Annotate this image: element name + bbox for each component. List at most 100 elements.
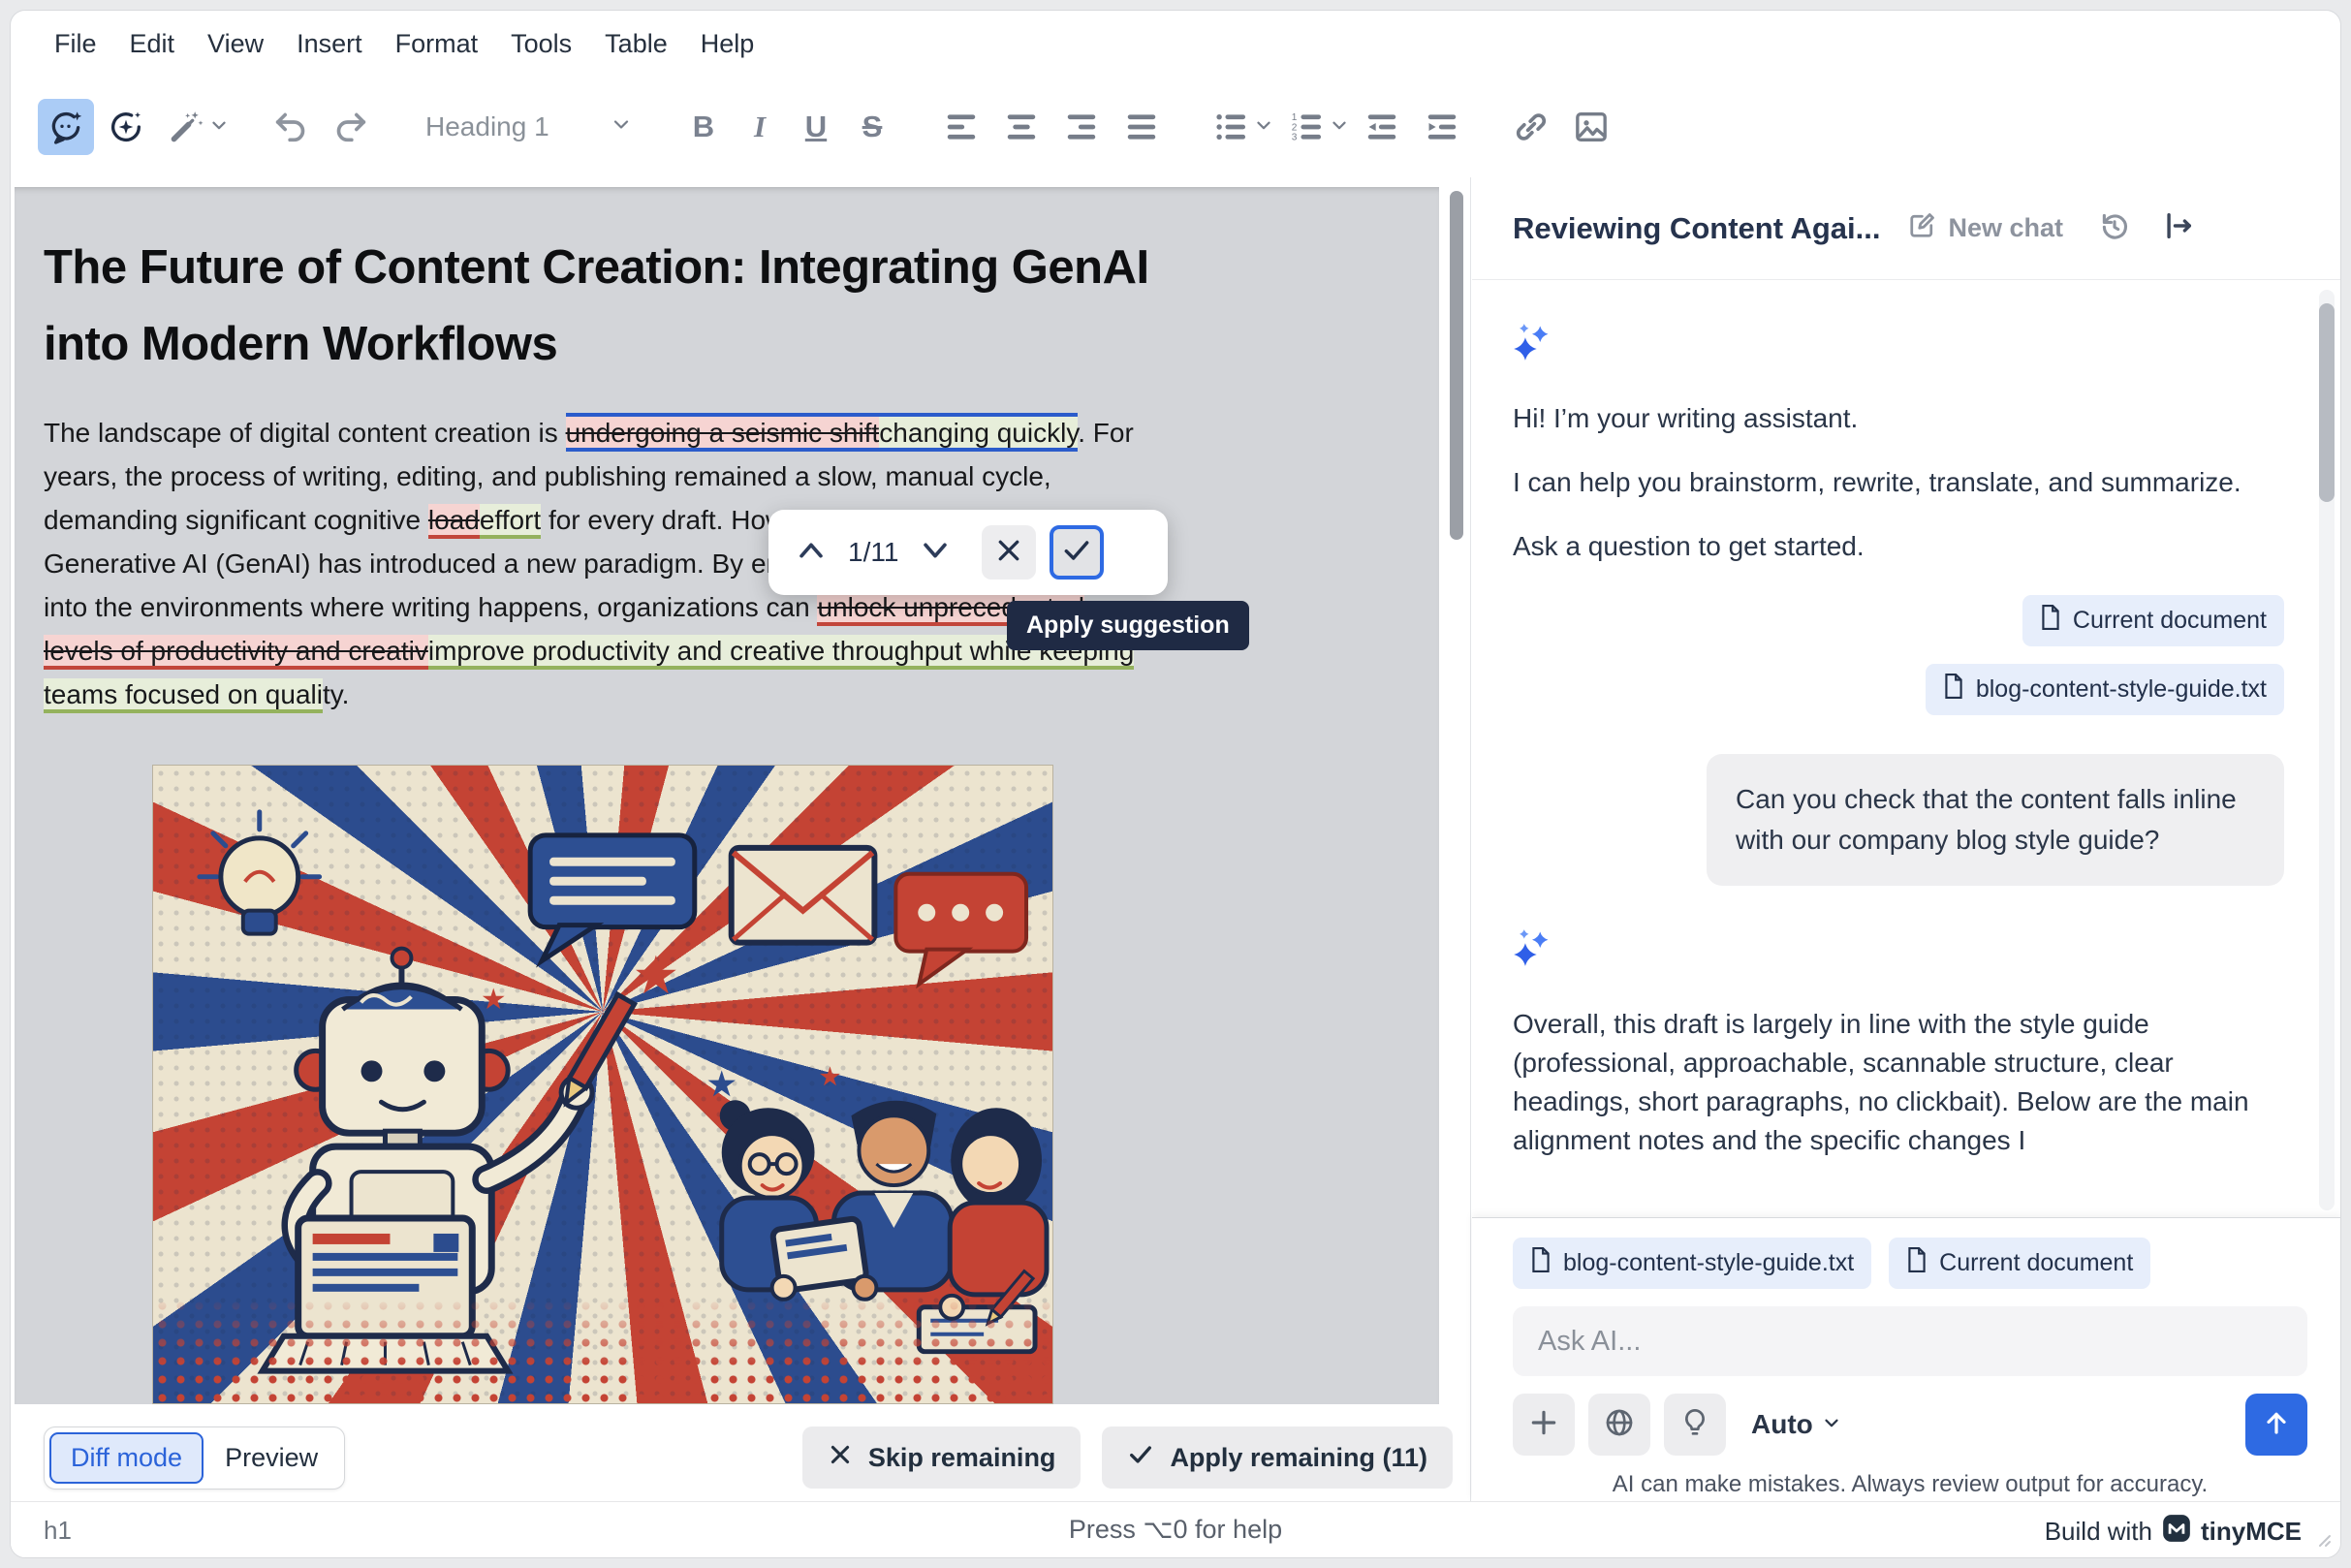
- chevron-down-icon: [1821, 1409, 1842, 1440]
- build-with-label: Build with: [2045, 1517, 2152, 1547]
- assistant-greeting-line: Hi! I’m your writing assistant.: [1513, 399, 2284, 438]
- skip-remaining-button[interactable]: Skip remaining: [802, 1427, 1081, 1489]
- numbered-list-icon: 1 2 3: [1288, 109, 1325, 145]
- link-button[interactable]: [1503, 99, 1559, 155]
- assistant-sidebar: Reviewing Content Agai... New chat: [1472, 177, 2341, 1501]
- chat-scroll-area[interactable]: Hi! I’m your writing assistant. I can he…: [1472, 280, 2309, 1217]
- magic-wand-button[interactable]: [158, 99, 214, 155]
- chevron-down-icon[interactable]: [1253, 114, 1274, 141]
- send-arrow-icon: [2261, 1407, 2292, 1443]
- chip-label: blog-content-style-guide.txt: [1976, 675, 2267, 704]
- document-icon: [2040, 605, 2061, 637]
- model-selector[interactable]: Auto: [1751, 1409, 1842, 1440]
- undo-icon: [271, 108, 310, 146]
- chat-scrollbar-thumb[interactable]: [2319, 303, 2335, 502]
- chevron-up-icon: [795, 536, 828, 570]
- italic-button[interactable]: I: [732, 99, 788, 155]
- menu-file[interactable]: File: [38, 21, 113, 67]
- svg-text:3: 3: [1292, 133, 1298, 143]
- document-icon: [1943, 674, 1964, 706]
- bullet-list-button[interactable]: [1203, 99, 1259, 155]
- compose-icon: [1908, 210, 1937, 246]
- apply-suggestion-tooltip: Apply suggestion: [1007, 601, 1249, 650]
- diff-insertion-selected[interactable]: changing quickly: [879, 413, 1078, 452]
- block-format-select[interactable]: Heading 1: [412, 99, 643, 155]
- align-center-button[interactable]: [993, 99, 1050, 155]
- menu-format[interactable]: Format: [379, 21, 495, 67]
- ai-chat-icon: [47, 108, 85, 146]
- apply-suggestion-button[interactable]: [1050, 525, 1104, 580]
- document-illustration[interactable]: [152, 765, 1053, 1404]
- menu-edit[interactable]: Edit: [113, 21, 192, 67]
- chevron-down-icon[interactable]: [208, 114, 230, 141]
- resize-grip-icon[interactable]: [2311, 1527, 2333, 1553]
- document-icon: [1530, 1247, 1552, 1279]
- bold-button[interactable]: B: [675, 99, 732, 155]
- menu-help[interactable]: Help: [684, 21, 771, 67]
- redo-icon: [331, 108, 370, 146]
- align-right-button[interactable]: [1053, 99, 1110, 155]
- menu-view[interactable]: View: [191, 21, 280, 67]
- context-chip-current-document[interactable]: Current document: [2022, 595, 2284, 646]
- numbered-list-button[interactable]: 1 2 3: [1278, 99, 1334, 155]
- web-search-button[interactable]: [1588, 1394, 1650, 1456]
- chat-history-button[interactable]: [2098, 209, 2131, 247]
- editor-scrollbar[interactable]: [1450, 191, 1463, 540]
- apply-remaining-label: Apply remaining (11): [1170, 1443, 1427, 1473]
- outdent-button[interactable]: [1354, 99, 1410, 155]
- ai-assistant-button[interactable]: [38, 99, 94, 155]
- close-icon: [828, 1442, 853, 1474]
- diff-footer: Diff mode Preview Skip remaining Apply r…: [15, 1414, 1470, 1501]
- indent-button[interactable]: [1414, 99, 1470, 155]
- menu-table[interactable]: Table: [588, 21, 684, 67]
- chip-label: blog-content-style-guide.txt: [1563, 1249, 1854, 1277]
- diff-deletion[interactable]: load: [428, 504, 480, 539]
- input-chip-style-guide[interactable]: blog-content-style-guide.txt: [1513, 1238, 1871, 1289]
- ask-ai-panel: blog-content-style-guide.txt Current doc…: [1472, 1217, 2341, 1501]
- align-left-button[interactable]: [933, 99, 989, 155]
- ask-ai-input[interactable]: [1513, 1306, 2307, 1376]
- indent-icon: [1424, 109, 1460, 145]
- check-icon: [1127, 1441, 1154, 1475]
- input-chip-current-document[interactable]: Current document: [1889, 1238, 2150, 1289]
- align-right-icon: [1063, 109, 1100, 145]
- previous-suggestion-button[interactable]: [792, 525, 831, 580]
- preview-tab[interactable]: Preview: [204, 1432, 339, 1484]
- chevron-down-icon: [919, 536, 952, 570]
- document-body: The Future of Content Creation: Integrat…: [44, 230, 1168, 1404]
- strikethrough-button[interactable]: S: [844, 99, 900, 155]
- chevron-down-icon[interactable]: [1329, 114, 1350, 141]
- image-button[interactable]: [1563, 99, 1619, 155]
- undo-button[interactable]: [263, 99, 319, 155]
- apply-remaining-button[interactable]: Apply remaining (11): [1102, 1427, 1453, 1489]
- redo-button[interactable]: [323, 99, 379, 155]
- align-left-icon: [943, 109, 980, 145]
- toolbar: Heading 1 B I U S: [11, 77, 2340, 177]
- chevron-down-icon: [610, 111, 633, 142]
- document-title[interactable]: The Future of Content Creation: Integrat…: [44, 230, 1168, 384]
- underline-button[interactable]: U: [788, 99, 844, 155]
- diff-insertion[interactable]: effort: [480, 504, 541, 539]
- send-button[interactable]: [2245, 1394, 2307, 1456]
- add-attachment-button[interactable]: [1513, 1394, 1575, 1456]
- brand-name[interactable]: tinyMCE: [2201, 1517, 2302, 1547]
- reject-suggestion-button[interactable]: [982, 525, 1036, 580]
- ai-disclaimer: AI can make mistakes. Always review outp…: [1513, 1471, 2307, 1498]
- new-chat-button[interactable]: New chat: [1908, 210, 2064, 246]
- close-panel-button[interactable]: [2162, 209, 2195, 247]
- model-label: Auto: [1751, 1409, 1813, 1440]
- diff-deletion-selected[interactable]: undergoing a seismic shift: [566, 413, 880, 452]
- context-chip-style-guide[interactable]: blog-content-style-guide.txt: [1926, 664, 2284, 715]
- align-justify-button[interactable]: [1113, 99, 1170, 155]
- ai-shortcuts-button[interactable]: [98, 99, 154, 155]
- menu-insert[interactable]: Insert: [280, 21, 379, 67]
- panel-close-icon: [2162, 230, 2195, 246]
- suggestions-button[interactable]: [1664, 1394, 1726, 1456]
- diff-mode-tab[interactable]: Diff mode: [49, 1432, 204, 1484]
- close-icon: [994, 536, 1023, 570]
- chip-label: Current document: [1939, 1249, 2133, 1277]
- editor-canvas[interactable]: The Future of Content Creation: Integrat…: [15, 187, 1439, 1404]
- menu-tools[interactable]: Tools: [494, 21, 588, 67]
- align-justify-icon: [1123, 109, 1160, 145]
- next-suggestion-button[interactable]: [916, 525, 955, 580]
